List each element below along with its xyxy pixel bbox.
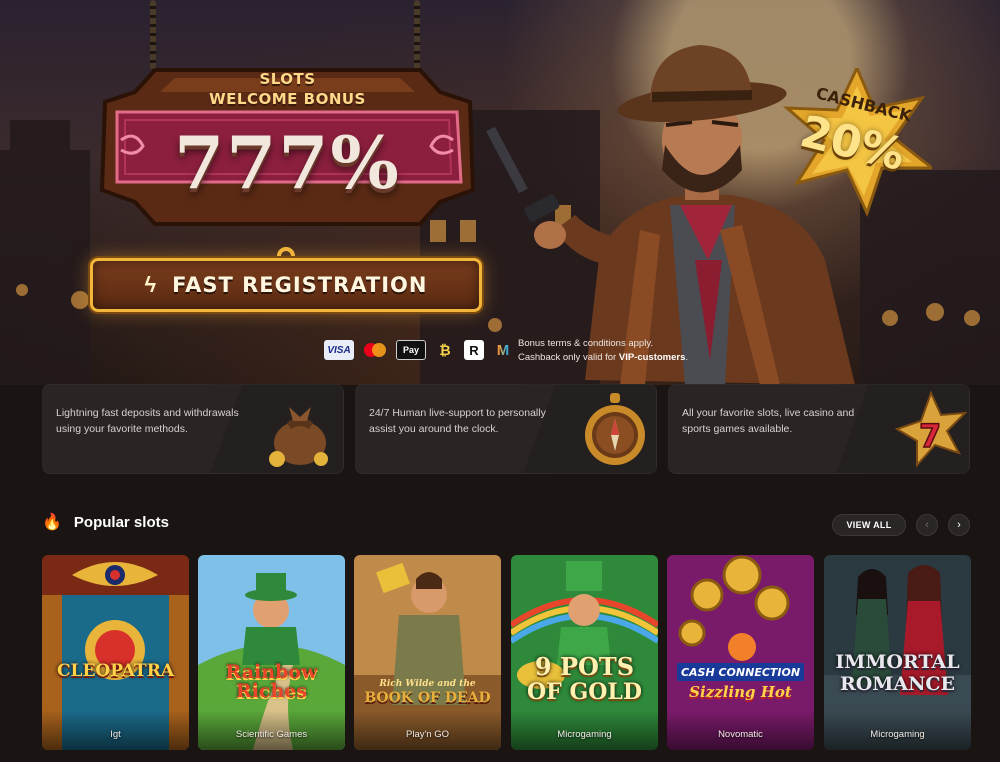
- slot-card-immortal-romance[interactable]: IMMORTAL ROMANCE Microgaming: [824, 555, 971, 750]
- slot-card-cleopatra[interactable]: CLEOPATRA Igt: [42, 555, 189, 750]
- bitcoin-icon: ₿: [439, 342, 451, 358]
- carousel-prev-button[interactable]: ‹: [916, 514, 938, 536]
- mastercard-icon: [362, 340, 388, 360]
- feature-text: All your favorite slots, live casino and…: [682, 407, 855, 435]
- slot-title: CLEOPATRA: [56, 661, 175, 681]
- slot-title-line-1: CASH CONNECTION: [680, 666, 801, 679]
- slot-card-book-of-dead[interactable]: Rich Wilde and the BOOK OF DEAD Play'n G…: [354, 555, 501, 750]
- slot-title-line-1: Rich Wilde and the: [379, 679, 476, 689]
- feature-card-support: 24/7 Human live-support to personally as…: [355, 384, 657, 474]
- slot-title-line-1: IMMORTAL: [835, 651, 960, 673]
- section-title: Popular slots: [73, 513, 169, 531]
- view-all-button[interactable]: VIEW ALL: [832, 514, 906, 536]
- carousel-next-button[interactable]: ›: [948, 514, 970, 536]
- vip-customers-link: VIP-customers: [618, 352, 686, 363]
- fast-registration-label: FAST REGISTRATION: [172, 273, 428, 297]
- slot-title-line-2: BOOK OF DEAD: [364, 690, 491, 706]
- chevron-left-icon: ‹: [925, 519, 929, 531]
- visa-logo: VISA: [324, 340, 354, 360]
- terms-line-1: Bonus terms & conditions apply.: [518, 338, 654, 349]
- slot-provider: Play'n GO: [406, 729, 449, 740]
- compass-icon: [585, 393, 645, 465]
- slot-provider: Igt: [110, 729, 121, 740]
- revolut-logo: R: [464, 340, 484, 360]
- apple-pay-logo: Pay: [396, 340, 426, 360]
- slot-title-line-2: OF GOLD: [527, 679, 642, 705]
- bonus-terms: Bonus terms & conditions apply. Cashback…: [518, 337, 688, 365]
- apple-pay-label: Pay: [402, 345, 419, 355]
- slot-provider: Microgaming: [870, 729, 925, 740]
- slot-provider: Scientific Games: [235, 729, 308, 740]
- slot-title: Rainbow Riches: [225, 661, 318, 702]
- terms-line-2-prefix: Cashback only valid for: [518, 352, 619, 363]
- sign-chain-left: [150, 0, 156, 70]
- slot-card-cash-connection[interactable]: CASH CONNECTION Sizzling Hot Novomatic: [667, 555, 814, 750]
- slot-provider: Microgaming: [557, 729, 612, 740]
- fire-icon: 🔥: [42, 514, 62, 531]
- feature-text: 24/7 Human live-support to personally as…: [369, 407, 546, 435]
- sign-line-slots: SLOTS: [259, 70, 316, 88]
- sign-chain-right: [414, 0, 420, 70]
- terms-line-2: Cashback only valid for VIP-customers.: [518, 351, 688, 365]
- popular-slots-header: 🔥 Popular slots: [42, 512, 169, 532]
- lightning-icon: ϟ: [144, 272, 157, 297]
- feature-card-games: All your favorite slots, live casino and…: [668, 384, 970, 474]
- bonus-percent: 777%: [174, 120, 401, 205]
- money-bag-icon: [269, 407, 328, 467]
- slot-provider: Novomatic: [718, 729, 763, 740]
- slot-card-9-pots-of-gold[interactable]: 9 POTS OF GOLD Microgaming: [511, 555, 658, 750]
- fast-registration-button[interactable]: ϟ FAST REGISTRATION: [90, 258, 482, 312]
- svg-text:7: 7: [919, 417, 941, 455]
- feature-text: Lightning fast deposits and withdrawals …: [56, 407, 239, 435]
- welcome-bonus-sign: SLOTS WELCOME BONUS 777%: [95, 62, 480, 230]
- slot-card-rainbow-riches[interactable]: Rainbow Riches Scientific Games: [198, 555, 345, 750]
- slot-title-line-2: ROMANCE: [839, 673, 956, 695]
- terms-line-2-suffix: .: [685, 352, 689, 363]
- feature-card-deposits: Lightning fast deposits and withdrawals …: [42, 384, 344, 474]
- muchbetter-logo: M: [492, 340, 514, 360]
- slot-title-line-1: 9 POTS: [534, 652, 635, 681]
- chevron-right-icon: ›: [957, 519, 961, 531]
- lucky-seven-icon: 7: [895, 391, 967, 468]
- slot-title-line-2: Sizzling Hot: [689, 683, 792, 701]
- hero-banner: SLOTS WELCOME BONUS 777% ϟ FAST REGISTRA…: [0, 0, 1000, 385]
- sign-line-welcome-bonus: WELCOME BONUS: [209, 90, 366, 108]
- payment-methods: VISA Pay ₿ R M: [324, 340, 514, 360]
